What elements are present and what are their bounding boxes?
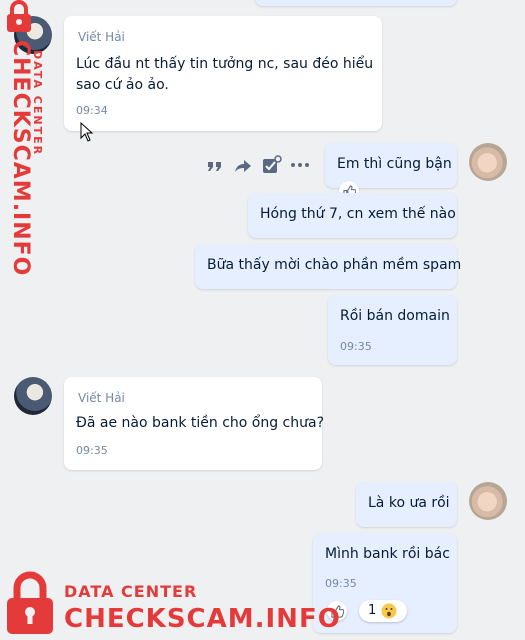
my-avatar[interactable] [469,482,507,520]
message-text: Đã ae nào bank tiền cho ổng chưa? [76,415,325,431]
message-bubble-outgoing[interactable]: Hóng thứ 7, cn xem thế nào [248,193,457,238]
mouse-cursor-icon [80,122,94,142]
message-bubble-incoming[interactable]: Viết Hải Lúc đầu nt thấy tin tưởng nc, s… [64,16,382,131]
message-text: Em thì cũng bận [337,156,452,172]
forward-icon[interactable] [234,157,252,175]
lock-icon [7,571,53,634]
watermark-big-text: CHECKSCAM.INFO [8,40,33,277]
watermark-bottom: DATA CENTER CHECKSCAM.INFO [2,570,340,640]
reaction-count: 1 [368,603,377,618]
wow-emoji-icon [381,603,397,619]
sender-name: Viết Hải [78,391,125,405]
watermark-small-text: DATA CENTER [64,582,198,601]
message-text: Bữa thấy mời chào phần mềm spam [207,257,462,273]
mark-task-icon[interactable] [262,155,282,175]
message-text: sao cứ ảo ảo. [76,77,169,93]
more-icon[interactable] [290,160,310,170]
sender-avatar[interactable] [14,377,52,415]
message-bubble-outgoing[interactable]: Rồi bán domain 09:35 [328,295,457,365]
message-bubble-partial [255,0,457,6]
sender-name: Viết Hải [78,30,125,44]
message-text: Hóng thứ 7, cn xem thế nào [260,206,456,222]
message-text: Lúc đầu nt thấy tin tưởng nc, sau đéo hi… [76,56,374,72]
message-bubble-incoming[interactable]: Viết Hải Đã ae nào bank tiền cho ổng chư… [64,377,325,470]
message-time: 09:35 [340,340,372,353]
message-text: Mình bank rồi bác [325,546,450,562]
lock-icon [7,0,31,32]
watermark-side: DATA CENTER CHECKSCAM.INFO [2,0,44,276]
reaction-summary[interactable]: 1 [359,600,407,622]
message-text: Rồi bán domain [340,308,450,324]
quote-icon[interactable] [206,157,224,175]
my-avatar[interactable] [469,143,507,181]
message-bubble-outgoing[interactable]: Là ko ưa rồi [356,482,457,527]
message-bubble-outgoing[interactable]: Bữa thấy mời chào phần mềm spam [195,244,461,289]
message-time: 09:35 [325,577,357,590]
message-time: 09:34 [76,104,108,117]
watermark-big-text: CHECKSCAM.INFO [64,604,341,634]
message-text: Là ko ưa rồi [368,495,450,511]
message-time: 09:35 [76,444,108,457]
